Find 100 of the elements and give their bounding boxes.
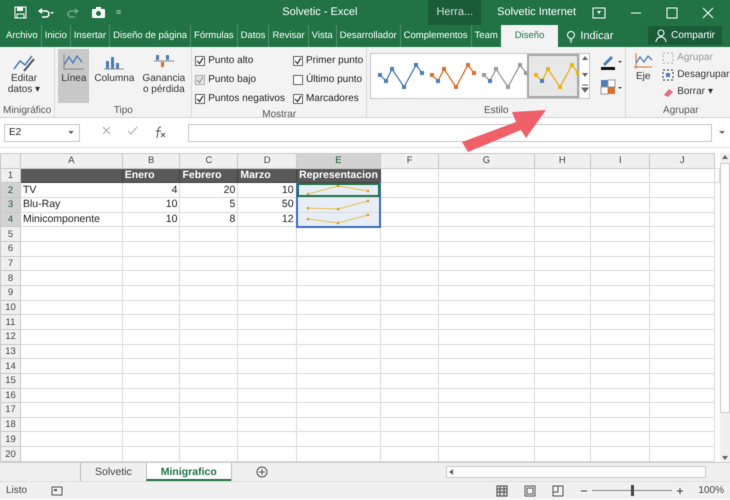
row-header[interactable]: 3 <box>0 197 20 212</box>
row-header[interactable]: 20 <box>0 446 20 462</box>
row-header[interactable]: 1 <box>0 168 20 183</box>
sparkline-type-button[interactable]: Ganancia o pérdida <box>139 49 188 103</box>
expand-icon[interactable] <box>718 130 726 135</box>
row-header[interactable]: 8 <box>0 270 20 286</box>
check-icon <box>196 76 204 84</box>
table-cell: 20 <box>180 182 238 198</box>
row-header[interactable]: 11 <box>0 314 20 330</box>
page-layout-icon[interactable] <box>524 484 536 496</box>
column-header[interactable]: A <box>20 154 122 168</box>
sparkline-type-button[interactable]: Línea <box>58 49 90 103</box>
group-label: Agrupar <box>662 104 700 117</box>
ribbon-tab[interactable]: Archivo <box>0 25 41 47</box>
header-cell: Enero <box>122 168 180 183</box>
close-icon[interactable] <box>702 6 714 18</box>
row-header[interactable]: 12 <box>0 329 20 344</box>
column-header[interactable]: I <box>590 154 650 168</box>
group-command-button[interactable]: Borrar ▾ <box>659 83 730 100</box>
checkbox-option[interactable]: Último punto <box>292 71 364 88</box>
row-header[interactable]: 9 <box>0 285 20 300</box>
row-header[interactable]: 16 <box>0 388 20 403</box>
table-cell: Blu-Ray <box>20 197 122 212</box>
edit-data-button[interactable]: Editar datos ▾ <box>3 49 45 103</box>
zoom-level: 100% <box>698 484 724 498</box>
column-header[interactable]: H <box>534 154 591 168</box>
pen-color-icon[interactable] <box>600 53 622 71</box>
maximize-icon[interactable] <box>666 6 678 18</box>
table-cell: 10 <box>122 197 180 212</box>
header-cell: Representacion <box>296 168 380 183</box>
row-header[interactable]: 7 <box>0 256 20 271</box>
camera-icon[interactable] <box>91 6 106 19</box>
column-header[interactable]: G <box>438 154 534 168</box>
zoom-slider-thumb[interactable] <box>631 485 634 496</box>
contextual-tab-label: Herra... <box>428 0 482 25</box>
ribbon-tab[interactable]: Diseño <box>500 25 558 47</box>
checkbox-option[interactable]: Puntos negativos <box>195 90 285 107</box>
row-header[interactable]: 14 <box>0 358 20 374</box>
row-header[interactable]: 19 <box>0 432 20 447</box>
add-sheet-icon[interactable] <box>256 466 268 478</box>
group-icon <box>662 52 674 64</box>
user-name: Solvetic Internet <box>496 5 577 20</box>
group-label: Estilo <box>482 104 510 117</box>
lightbulb-icon <box>566 30 576 42</box>
scrollbar-thumb[interactable] <box>720 163 730 413</box>
customize-toolbar-button[interactable]: = <box>116 6 122 20</box>
group-label: Tipo <box>112 104 134 117</box>
column-header[interactable]: E <box>296 154 380 168</box>
share-button[interactable]: Compartir <box>648 26 722 45</box>
sparkline-type-button[interactable]: Columna <box>91 49 138 103</box>
column-header[interactable]: J <box>650 154 714 168</box>
row-header[interactable]: 10 <box>0 300 20 315</box>
column-header[interactable]: B <box>122 154 180 168</box>
group-label: Minigráfico <box>3 104 52 117</box>
table-cell: 4 <box>122 182 180 198</box>
ungroup-icon <box>662 68 674 80</box>
person-icon <box>655 29 668 42</box>
page-break-icon[interactable] <box>552 484 564 496</box>
row-header[interactable]: 13 <box>0 344 20 359</box>
group-command-button[interactable]: Desagrupar <box>659 66 730 83</box>
table-cell: 5 <box>180 197 238 212</box>
check-icon <box>294 56 302 64</box>
checkbox-option[interactable]: Punto alto <box>195 52 285 69</box>
table-cell: TV <box>20 182 122 198</box>
row-header[interactable]: 15 <box>0 373 20 388</box>
marker-color-icon[interactable] <box>600 79 622 95</box>
function-icon[interactable] <box>154 126 166 139</box>
zoom-in-icon[interactable] <box>676 486 684 494</box>
row-header[interactable]: 18 <box>0 417 20 432</box>
tell-me-field[interactable]: Indicar <box>580 28 614 44</box>
check-icon <box>294 94 302 102</box>
row-header[interactable]: 5 <box>0 226 20 242</box>
checkbox-option[interactable]: Primer punto <box>292 52 364 69</box>
window-title: Solvetic - Excel <box>281 5 358 20</box>
column-header[interactable]: C <box>180 154 238 168</box>
formula-input[interactable] <box>188 124 712 142</box>
header-cell: Marzo <box>238 168 297 183</box>
row-header[interactable]: 6 <box>0 241 20 256</box>
checkbox-option[interactable]: Marcadores <box>292 90 364 107</box>
row-header[interactable]: 17 <box>0 402 20 418</box>
group-label: Mostrar <box>261 108 298 121</box>
check-icon <box>196 56 204 64</box>
ribbon-display-icon[interactable] <box>592 6 606 18</box>
status-text: Listo <box>6 484 28 498</box>
row-header[interactable]: 2 <box>0 182 20 198</box>
axis-button[interactable]: Eje <box>629 49 658 103</box>
table-cell: 8 <box>180 212 238 227</box>
name-box[interactable]: E2 <box>4 124 80 142</box>
column-header[interactable]: D <box>238 154 297 168</box>
row-header[interactable]: 4 <box>0 212 20 227</box>
table-cell: Minicomponente <box>20 212 122 227</box>
undo-icon[interactable] <box>37 6 55 19</box>
table-cell: 10 <box>122 212 180 227</box>
dropdown-icon[interactable] <box>67 130 75 135</box>
normal-view-icon[interactable] <box>496 484 508 496</box>
save-icon[interactable] <box>14 6 27 19</box>
axis-chart-icon <box>632 51 654 71</box>
macro-record-icon[interactable] <box>51 484 64 496</box>
sheet-tab[interactable]: Minigrafico <box>146 463 231 481</box>
column-header[interactable]: F <box>380 154 439 168</box>
